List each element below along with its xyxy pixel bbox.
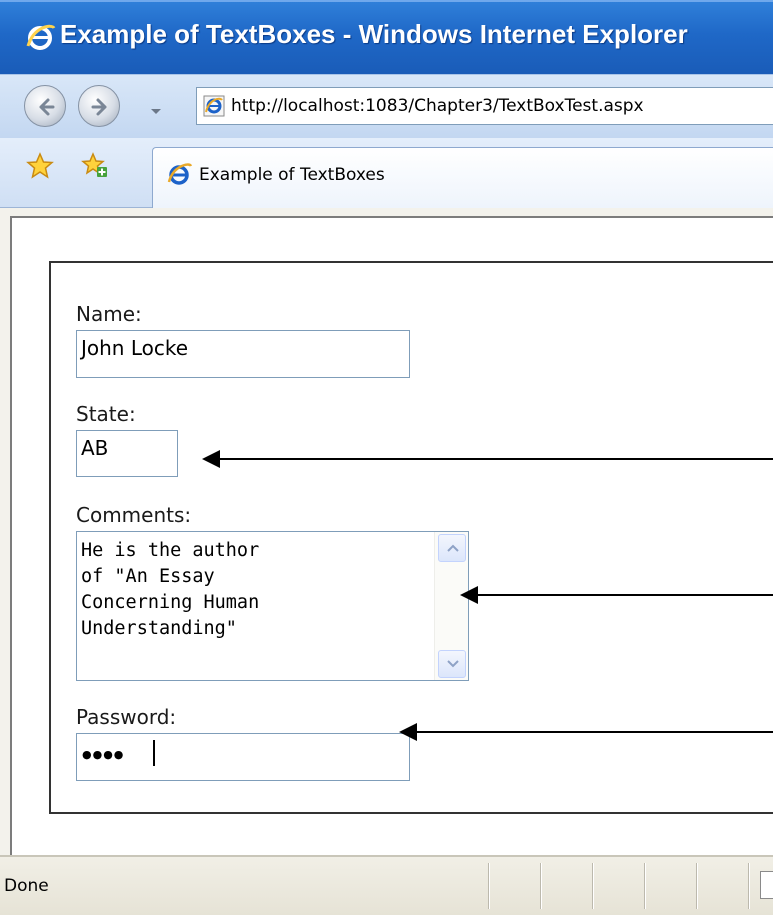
comments-annotation-arrow [460, 586, 773, 604]
status-divider [488, 863, 489, 909]
state-annotation-arrow [202, 450, 773, 468]
annotation-arrows [202, 450, 773, 741]
status-divider [592, 863, 593, 909]
zone-icon [760, 871, 773, 899]
status-text: Done [4, 876, 49, 896]
status-divider [748, 863, 749, 909]
status-divider [696, 863, 697, 909]
status-divider [644, 863, 645, 909]
password-annotation-arrow [399, 723, 773, 741]
status-divider [540, 863, 541, 909]
status-bar: Done [0, 855, 773, 915]
